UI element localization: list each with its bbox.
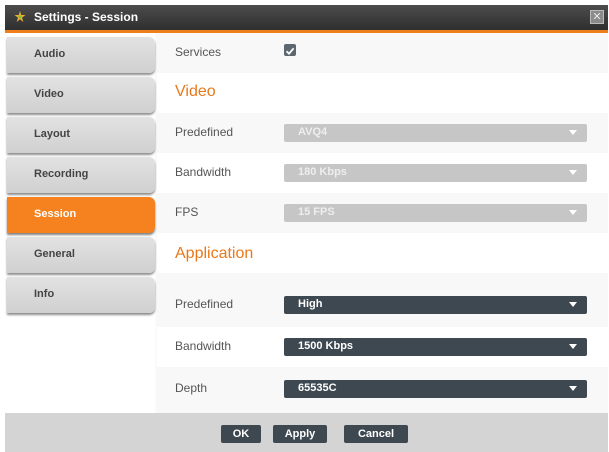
chevron-down-icon [569,344,577,349]
video-bandwidth-select[interactable]: 180 Kbps [284,164,587,182]
application-predefined-select[interactable]: High [284,296,587,314]
close-button[interactable]: ✕ [590,10,604,24]
ok-button[interactable]: OK [221,425,261,443]
video-fps-value: 15 FPS [298,206,335,218]
services-checkbox[interactable] [284,44,296,56]
sidebar-item-session[interactable]: Session [7,197,155,233]
title-bar[interactable]: Settings - Session ✕ [5,5,608,33]
chevron-down-icon [569,302,577,307]
application-section-header: Application [157,233,608,273]
application-predefined-row: Predefined High [157,285,608,325]
services-row: Services [157,33,608,73]
application-depth-select[interactable]: 65535C [284,380,587,398]
video-predefined-label: Predefined [175,125,234,139]
video-bandwidth-value: 180 Kbps [298,166,347,178]
video-predefined-row: Predefined AVQ4 [157,113,608,153]
sidebar-item-label: Recording [34,168,89,180]
sidebar-item-general[interactable]: General [7,237,155,273]
application-depth-label: Depth [175,381,208,395]
video-bandwidth-row: Bandwidth 180 Kbps [157,153,608,193]
sidebar-item-label: Audio [34,48,66,60]
sidebar-item-label: Session [34,208,77,220]
close-icon: ✕ [592,11,602,23]
settings-panel: Services Video Predefined AVQ4 Bandwidth… [157,33,608,413]
sidebar-item-recording[interactable]: Recording [7,157,155,193]
application-heading: Application [175,245,254,262]
application-depth-value: 65535C [298,382,337,394]
checkmark-icon [285,47,295,56]
video-section-header: Video [157,73,608,113]
application-bandwidth-select[interactable]: 1500 Kbps [284,338,587,356]
sidebar-item-label: Video [34,88,64,100]
application-predefined-label: Predefined [175,297,234,311]
video-predefined-select[interactable]: AVQ4 [284,124,587,142]
application-predefined-value: High [298,298,323,310]
sidebar-item-video[interactable]: Video [7,77,155,113]
video-fps-select[interactable]: 15 FPS [284,204,587,222]
video-predefined-value: AVQ4 [298,126,328,138]
chevron-down-icon [569,210,577,215]
sidebar-item-label: General [34,248,75,260]
application-bandwidth-label: Bandwidth [175,339,232,353]
video-fps-label: FPS [175,205,199,219]
video-heading: Video [175,83,216,100]
sidebar-item-info[interactable]: Info [7,277,155,313]
application-bandwidth-row: Bandwidth 1500 Kbps [157,327,608,367]
sidebar-item-audio[interactable]: Audio [7,37,155,73]
sidebar: Audio Video Layout Recording Session Gen… [5,33,155,413]
settings-icon [14,11,26,22]
services-label: Services [175,45,222,59]
sidebar-item-layout[interactable]: Layout [7,117,155,153]
settings-window: Settings - Session ✕ Audio Video Layout … [5,5,608,452]
application-bandwidth-value: 1500 Kbps [298,340,354,352]
video-bandwidth-label: Bandwidth [175,165,232,179]
application-depth-row: Depth 65535C [157,369,608,409]
sidebar-item-label: Layout [34,128,71,140]
chevron-down-icon [569,386,577,391]
window-title: Settings - Session [34,10,139,24]
cancel-button[interactable]: Cancel [344,425,408,443]
dialog-footer: OK Apply Cancel [5,413,608,452]
apply-button[interactable]: Apply [273,425,327,443]
sidebar-item-label: Info [34,288,55,300]
video-fps-row: FPS 15 FPS [157,193,608,233]
chevron-down-icon [569,170,577,175]
chevron-down-icon [569,130,577,135]
